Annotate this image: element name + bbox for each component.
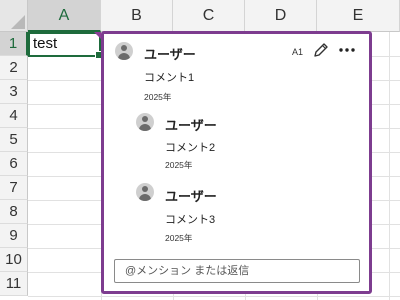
select-all-corner[interactable] <box>0 0 28 32</box>
gridline <box>389 32 390 300</box>
comment-author: ユーザー <box>165 118 217 133</box>
row-header-4[interactable]: 4 <box>0 104 28 128</box>
comment-date: 2025年 <box>165 160 193 170</box>
row-header-1[interactable]: 1 <box>0 32 28 56</box>
column-header-d[interactable]: D <box>245 0 317 32</box>
comment-text: コメント1 <box>144 72 195 84</box>
comment-date: 2025年 <box>144 92 172 102</box>
comment-text: コメント2 <box>165 142 216 154</box>
gridline <box>28 296 400 297</box>
row-header-7[interactable]: 7 <box>0 176 28 200</box>
column-header-a[interactable]: A <box>28 0 101 32</box>
comment-author: ユーザー <box>144 47 196 62</box>
comment-author: ユーザー <box>165 189 217 204</box>
comment-indicator-icon[interactable] <box>94 32 101 39</box>
user-avatar-icon <box>136 183 154 201</box>
row-header-2[interactable]: 2 <box>0 56 28 80</box>
comment-thread-card[interactable]: ユーザー A1 コメント1 2025年 ユーザー コメント2 2025年 ユーザ… <box>101 31 372 294</box>
cell-reference: A1 <box>292 47 304 57</box>
column-header-c[interactable]: C <box>173 0 245 32</box>
active-cell-a1[interactable]: test <box>28 32 103 59</box>
edit-pencil-icon[interactable] <box>312 41 330 64</box>
user-avatar-icon <box>136 113 154 131</box>
reply-input[interactable]: @メンション または返信 <box>114 259 360 283</box>
row-header-5[interactable]: 5 <box>0 128 28 152</box>
row-header-10[interactable]: 10 <box>0 248 28 272</box>
row-header-8[interactable]: 8 <box>0 200 28 224</box>
column-header-e[interactable]: E <box>317 0 400 32</box>
row-header-6[interactable]: 6 <box>0 152 28 176</box>
cell-a1-value: test <box>33 35 58 52</box>
comment-text: コメント3 <box>165 214 216 226</box>
row-header-11[interactable]: 11 <box>0 272 28 296</box>
row-header-3[interactable]: 3 <box>0 80 28 104</box>
row-header-9[interactable]: 9 <box>0 224 28 248</box>
comment-date: 2025年 <box>165 233 193 243</box>
more-options-icon[interactable] <box>338 41 356 64</box>
user-avatar-icon <box>115 42 133 60</box>
column-header-b[interactable]: B <box>101 0 173 32</box>
